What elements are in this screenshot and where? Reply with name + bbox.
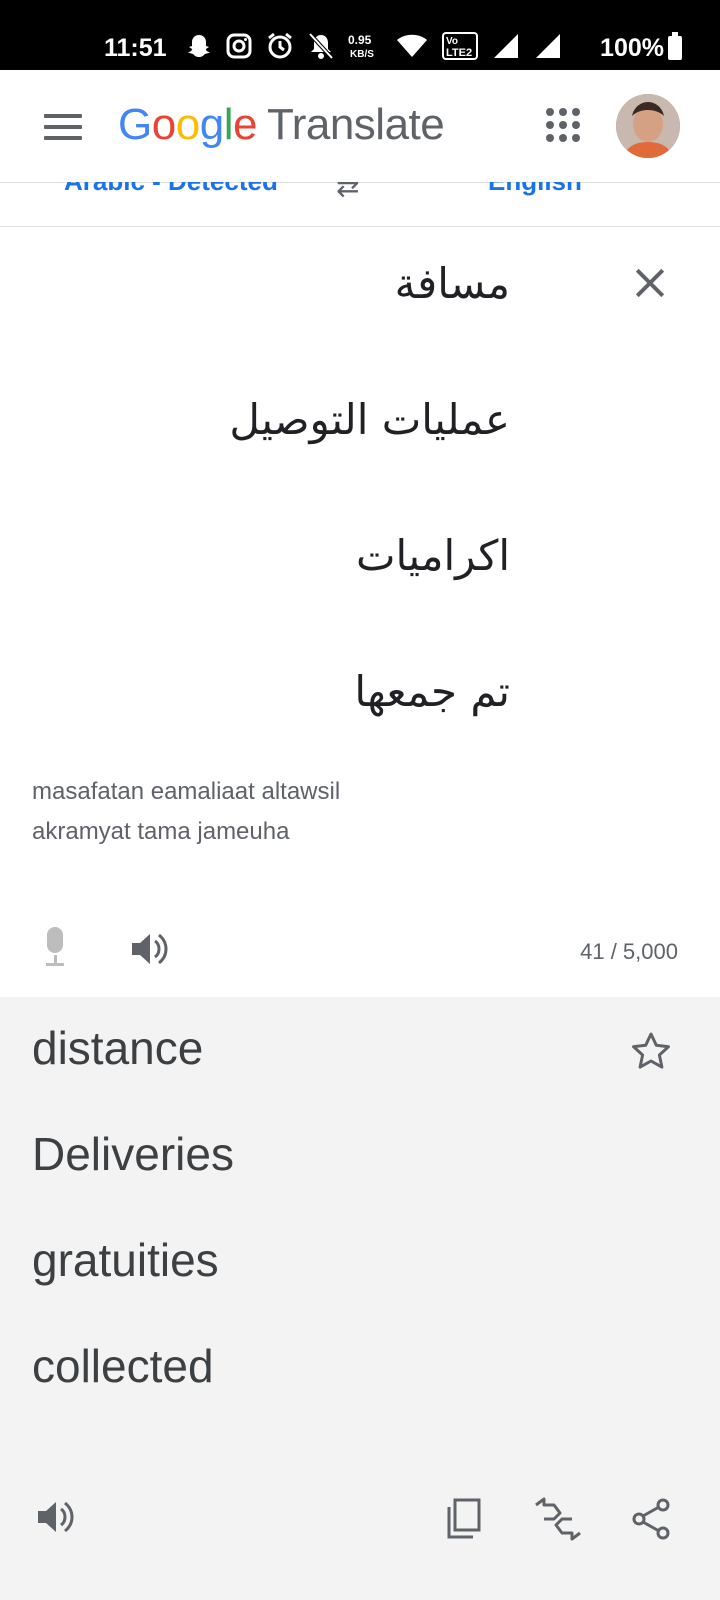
source-language-button[interactable]: Arabic - Detected <box>64 182 278 197</box>
volte-icon: VoLTE2 <box>442 32 478 60</box>
translation-area: distance Deliveries gratuities collected <box>0 997 720 1600</box>
speaker-icon[interactable] <box>128 929 170 969</box>
signal-icon <box>494 34 518 58</box>
battery-percent: 100% <box>600 34 664 62</box>
alarm-icon <box>268 32 292 59</box>
google-wordmark: Google <box>118 100 257 149</box>
language-bar: Arabic - Detected ⇄ English <box>0 182 720 227</box>
app-logo: Google Translate <box>118 100 445 150</box>
copy-icon[interactable] <box>444 1497 484 1541</box>
character-count: 41 / 5,000 <box>580 939 678 964</box>
transliteration-line: akramyat tama jameuha <box>32 818 290 845</box>
bell-off-icon <box>308 32 334 60</box>
source-text-line[interactable]: اكراميات <box>356 531 510 580</box>
menu-button[interactable] <box>44 114 82 142</box>
app-bar: Google Translate <box>0 70 720 183</box>
swap-languages-icon[interactable]: ⇄ <box>336 182 359 203</box>
translation-line: gratuities <box>32 1234 219 1286</box>
google-apps-button[interactable] <box>546 108 580 142</box>
translation-line: distance <box>32 1022 204 1074</box>
target-language-button[interactable]: English <box>488 182 582 197</box>
source-text-line[interactable]: مسافة <box>395 259 510 308</box>
transliteration: masafatan eamaliaat altawsil akramyat ta… <box>32 772 652 852</box>
svg-text:Vo: Vo <box>446 36 458 47</box>
source-text-line[interactable]: تم جمعها <box>354 667 510 716</box>
translation-line: Deliveries <box>32 1128 234 1180</box>
speaker-icon[interactable] <box>34 1497 76 1537</box>
share-icon[interactable] <box>630 1497 672 1541</box>
translation-actions <box>0 1497 720 1557</box>
feedback-icon[interactable] <box>532 1497 584 1541</box>
status-time: 11:51 <box>104 34 167 62</box>
source-input-area[interactable]: مسافة عمليات التوصيل اكراميات تم جمعها m… <box>0 227 720 997</box>
avatar-photo <box>616 94 680 158</box>
source-text-line[interactable]: عمليات التوصيل <box>229 395 510 444</box>
data-speed-icon: 0.95 KB/S <box>348 33 374 60</box>
star-icon[interactable] <box>630 1031 672 1073</box>
transliteration-line: masafatan eamaliaat altawsil <box>32 778 341 805</box>
status-bar: 11:51 0.95 KB/S Vo LTE2 100% <box>0 0 720 70</box>
status-icons: 0.95 KB/S Vo LTE2 <box>186 32 576 60</box>
translation-line: collected <box>32 1340 214 1392</box>
microphone-icon[interactable] <box>38 927 72 971</box>
instagram-icon <box>226 33 252 59</box>
svg-text:LTE2: LTE2 <box>446 47 472 59</box>
svg-text:0.95: 0.95 <box>348 33 372 47</box>
battery-icon <box>668 32 682 60</box>
clear-text-button[interactable] <box>630 263 670 303</box>
product-name: Translate <box>266 100 445 149</box>
snapchat-icon <box>188 35 210 57</box>
signal-icon <box>536 34 560 58</box>
wifi-icon <box>397 34 427 57</box>
svg-text:KB/S: KB/S <box>350 49 374 60</box>
avatar[interactable] <box>616 94 680 158</box>
